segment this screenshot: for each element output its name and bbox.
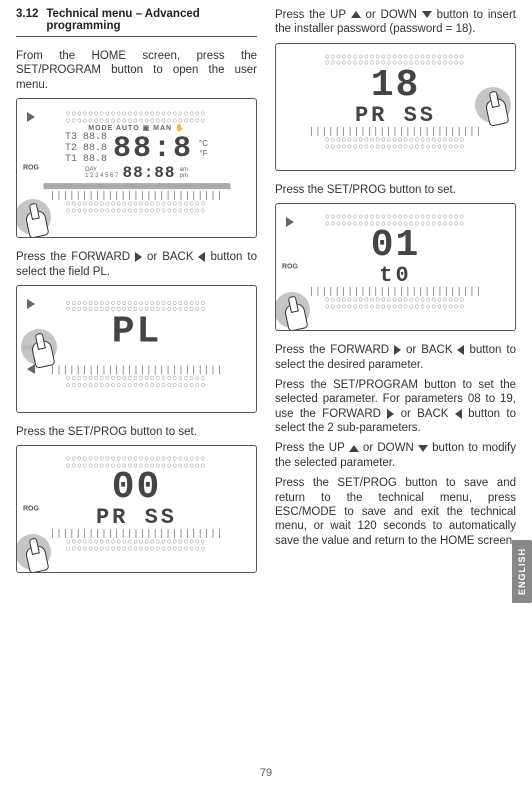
mid-pass: PR SS [288,105,503,127]
figure-2: ○○○○○○○○○○○○○○○○○○○○○○○○○○○○○○○○○○○○○○○○… [16,285,257,413]
t2-readout: T2 88.8 [65,143,107,154]
mode-line: MODE AUTO ▣ MAN ✋ [29,124,244,132]
right-para-1: Press the UP or DOWN button to insert th… [275,8,516,37]
ampm: am pm [180,167,188,179]
hand-icon [16,197,57,238]
forward-arrow-icon [27,112,35,122]
forward-arrow-icon [286,217,294,227]
big-00: 00 [29,469,244,507]
down-icon [422,11,432,18]
up-icon [351,11,361,18]
lcd-5: ○○○○○○○○○○○○○○○○○○○○○○○○○○○○○○○○○○○○○○○○… [288,214,503,310]
unit-stack: °C °F [199,139,208,158]
hand-icon [16,532,57,573]
t3-readout: T3 88.8 [65,132,107,143]
big-temp: 88:8 [113,134,193,164]
figure-4: ○○○○○○○○○○○○○○○○○○○○○○○○○○○○○○○○○○○○○○○○… [275,43,516,171]
hand-icon [275,290,316,331]
forward-icon [135,252,142,262]
hand-icon [19,327,63,371]
mid-t0: t0 [288,265,503,287]
dot-row: ○○○○○○○○○○○○○○○○○○○○○○○○○○○○○○○○○○○○○○○○… [29,111,244,124]
left-para-3: Press the SET/PROG button to set. [16,425,257,439]
lcd-4: ○○○○○○○○○○○○○○○○○○○○○○○○○○○○○○○○○○○○○○○○… [288,54,503,150]
down-icon [418,445,428,452]
figure-3: ○○○○○○○○○○○○○○○○○○○○○○○○○○○○○○○○○○○○○○○○… [16,445,257,573]
right-para-5: Press the UP or DOWN button to modify th… [275,441,516,470]
page-columns: 3.12 Technical menu – Advanced programmi… [16,8,516,585]
right-para-4: Press the SET/PROGRAM button to set the … [275,378,516,436]
section-number: 3.12 [16,8,38,32]
big-01: 01 [288,227,503,265]
t1-readout: T1 88.8 [65,154,107,165]
unit-c: °C [199,139,208,149]
temp-stack: T3 88.8 T2 88.8 T1 88.8 [65,132,107,165]
right-para-2: Press the SET/PROG button to set. [275,183,516,197]
hand-icon [473,85,516,129]
right-column: Press the UP or DOWN button to insert th… [275,8,516,585]
day-block: DAY 1 2 3 4 5 6 7 [85,167,118,179]
prog-label: ROG [282,264,298,271]
figure-1: ○○○○○○○○○○○○○○○○○○○○○○○○○○○○○○○○○○○○○○○○… [16,98,257,238]
page-number: 79 [0,767,532,779]
clock: 88:88 [123,165,176,181]
bar-strip [43,183,230,189]
right-para-3: Press the FORWARD or BACK button to sele… [275,343,516,372]
big-18: 18 [288,67,503,105]
forward-icon [394,345,401,355]
left-column: 3.12 Technical menu – Advanced programmi… [16,8,257,585]
language-tab: ENGLISH [512,540,532,603]
section-header: 3.12 Technical menu – Advanced programmi… [16,8,257,32]
tick-row: ||||||||||||||||||||||||||| [29,191,244,201]
section-title: Technical menu – Advanced programming [46,8,257,32]
mid-pass: PR SS [29,507,244,529]
prog-label: ROG [23,165,39,172]
lcd-3: ○○○○○○○○○○○○○○○○○○○○○○○○○○○○○○○○○○○○○○○○… [29,456,244,552]
up-icon [349,445,359,452]
nav-arrows [286,216,294,228]
prog-label: ROG [23,506,39,513]
left-para-2: Press the FORWARD or BACK button to sele… [16,250,257,279]
dot-row-bottom: ○○○○○○○○○○○○○○○○○○○○○○○○○○○○○○○○○○○○○○○○… [29,201,244,214]
back-icon [455,409,462,419]
section-rule [16,36,257,37]
nav-arrows-left [27,111,35,123]
forward-arrow-icon [27,299,35,309]
left-para-1: From the HOME screen, press the SET/PROG… [16,49,257,92]
lcd-1: ○○○○○○○○○○○○○○○○○○○○○○○○○○○○○○○○○○○○○○○○… [29,111,244,214]
right-para-6: Press the SET/PROG button to save and re… [275,476,516,548]
unit-f: °F [199,149,208,159]
figure-5: ○○○○○○○○○○○○○○○○○○○○○○○○○○○○○○○○○○○○○○○○… [275,203,516,331]
